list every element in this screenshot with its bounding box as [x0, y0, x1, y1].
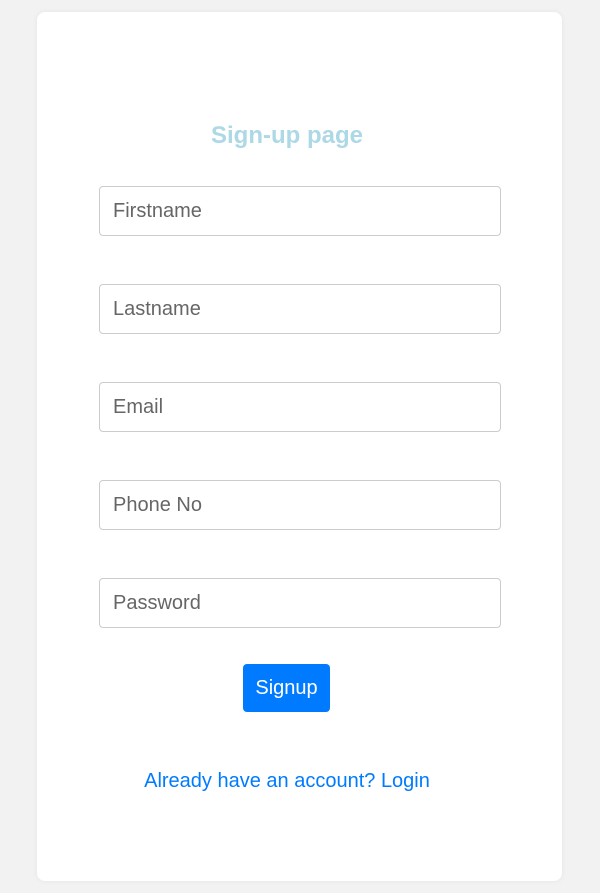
firstname-input[interactable] — [99, 186, 501, 236]
login-link-text: Login — [380, 770, 430, 792]
login-prompt-text: Already have an account? — [144, 770, 381, 792]
signup-card: Sign-up page Signup Already have an acco… — [37, 12, 562, 881]
password-input[interactable] — [99, 578, 501, 628]
page-title: Sign-up page — [211, 122, 363, 149]
lastname-input[interactable] — [99, 284, 501, 334]
signup-button[interactable]: Signup — [243, 664, 330, 712]
email-input[interactable] — [99, 382, 501, 432]
login-prompt: Already have an account? Login — [37, 768, 537, 794]
login-link[interactable]: Already have an account? Login — [144, 770, 430, 792]
phone-input[interactable] — [99, 480, 501, 530]
